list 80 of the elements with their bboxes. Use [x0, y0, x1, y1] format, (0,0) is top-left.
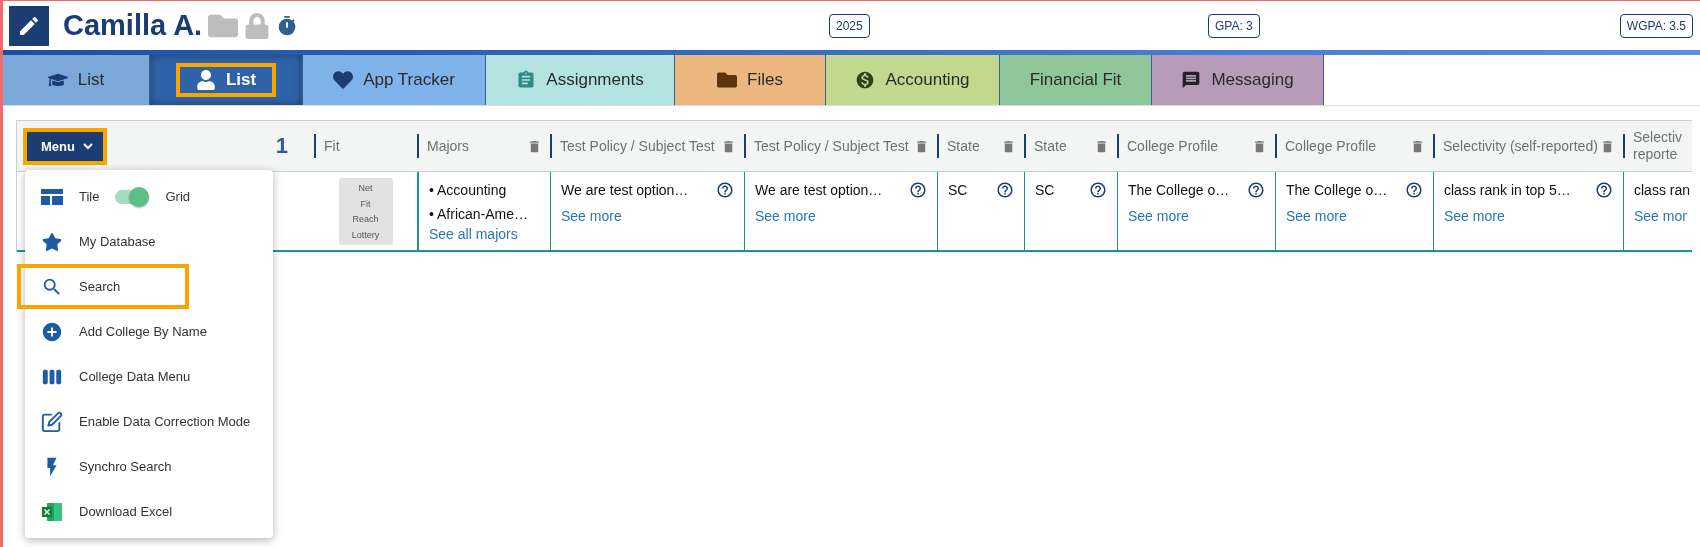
trash-icon[interactable] — [1001, 138, 1016, 154]
see-more-link[interactable]: See more — [561, 208, 622, 224]
heart-icon — [333, 70, 354, 90]
message-icon — [1181, 70, 1202, 90]
view-option-label: Tile — [79, 189, 100, 204]
see-more-link[interactable]: See more — [1286, 208, 1347, 224]
cell-text: We are test option… — [561, 182, 689, 198]
help-icon[interactable] — [996, 181, 1014, 199]
fit-label: Fit — [360, 198, 371, 209]
menu-item[interactable]: Enable Data Correction Mode — [25, 399, 273, 444]
info-badge: GPA: 3 — [1208, 13, 1260, 38]
tile-icon — [41, 188, 63, 205]
menu-item[interactable]: Add College By Name — [25, 309, 273, 354]
column-heading: Fit — [324, 137, 341, 155]
help-icon[interactable] — [1247, 181, 1265, 199]
trash-icon[interactable] — [1252, 138, 1267, 154]
spreadsheet-icon — [42, 501, 62, 522]
cell-text: class ran — [1634, 182, 1691, 198]
column-heading: Majors — [427, 137, 470, 155]
cell-text: SC — [1035, 182, 1055, 198]
trash-icon[interactable] — [527, 138, 542, 154]
menu-item[interactable]: Synchro Search — [25, 444, 273, 489]
menu-item[interactable]: College Data Menu — [25, 354, 273, 399]
fit-label: Net — [358, 182, 373, 193]
star-icon — [42, 231, 62, 252]
menu-item[interactable]: Download Excel — [25, 489, 273, 534]
user-icon — [195, 70, 216, 90]
tab[interactable]: Files — [675, 55, 826, 105]
see-more-link[interactable]: See more — [1128, 208, 1189, 224]
cell-text: The College o… — [1286, 182, 1388, 198]
menu-item[interactable]: My Database — [25, 219, 273, 264]
view-switch[interactable] — [115, 189, 150, 204]
help-icon[interactable] — [1405, 181, 1423, 199]
see-more-link[interactable]: See mor — [1634, 208, 1687, 224]
info-badge: 2025 — [829, 13, 870, 38]
major-item: • African-Ame… — [429, 206, 529, 222]
cell-text: We are test option… — [755, 182, 883, 198]
column-heading: Test Policy / Subject Test — [560, 137, 716, 155]
see-more-link[interactable]: See more — [1444, 208, 1505, 224]
cell-text: class rank in top 5… — [1444, 182, 1571, 198]
cell-text: The College o… — [1128, 182, 1230, 198]
trash-icon[interactable] — [1094, 138, 1109, 154]
trash-icon[interactable] — [1410, 138, 1425, 154]
column-heading: College Profile — [1127, 137, 1220, 155]
major-item: • Accounting — [429, 182, 507, 198]
fit-label: Lottery — [351, 230, 380, 241]
view-option-label: Grid — [165, 189, 191, 204]
see-all-link[interactable]: See all majors — [429, 226, 518, 242]
info-badge: WGPA: 3.5 — [1619, 13, 1693, 38]
edit-icon — [41, 410, 63, 433]
trash-icon[interactable] — [721, 138, 736, 154]
help-icon[interactable] — [909, 181, 927, 199]
result-count: 1 — [275, 133, 288, 159]
see-more-link[interactable]: See more — [755, 208, 816, 224]
column-heading: State — [1034, 137, 1068, 155]
tab[interactable]: List — [3, 55, 150, 105]
tab[interactable]: Accounting — [826, 55, 1000, 105]
tab[interactable]: Assignments — [486, 55, 675, 105]
column-heading: College Profile — [1285, 137, 1378, 155]
cell-text: SC — [948, 182, 968, 198]
fit-label: Reach — [352, 214, 379, 225]
help-icon[interactable] — [716, 181, 734, 199]
help-icon[interactable] — [1595, 181, 1613, 199]
trash-icon[interactable] — [1600, 138, 1615, 154]
help-icon[interactable] — [1089, 181, 1107, 199]
column-heading: Selectivity (self-reported) — [1443, 137, 1599, 155]
folder-icon — [717, 70, 738, 90]
column-heading: Test Policy / Subject Test — [754, 137, 910, 155]
clipboard-icon — [516, 70, 537, 90]
menu-item[interactable]: Search — [17, 264, 189, 309]
student-name: Camilla A. — [63, 9, 203, 42]
edit-button[interactable] — [9, 5, 49, 46]
trash-icon[interactable] — [914, 138, 929, 154]
dollar-icon — [855, 70, 876, 90]
tab[interactable]: Financial Fit — [1000, 55, 1152, 105]
column-heading: Selectiv reporte — [1633, 129, 1684, 163]
column-heading: State — [947, 137, 981, 155]
tab[interactable]: List — [150, 55, 303, 105]
tab[interactable]: Messaging — [1152, 55, 1324, 105]
tab[interactable]: App Tracker — [303, 55, 486, 105]
